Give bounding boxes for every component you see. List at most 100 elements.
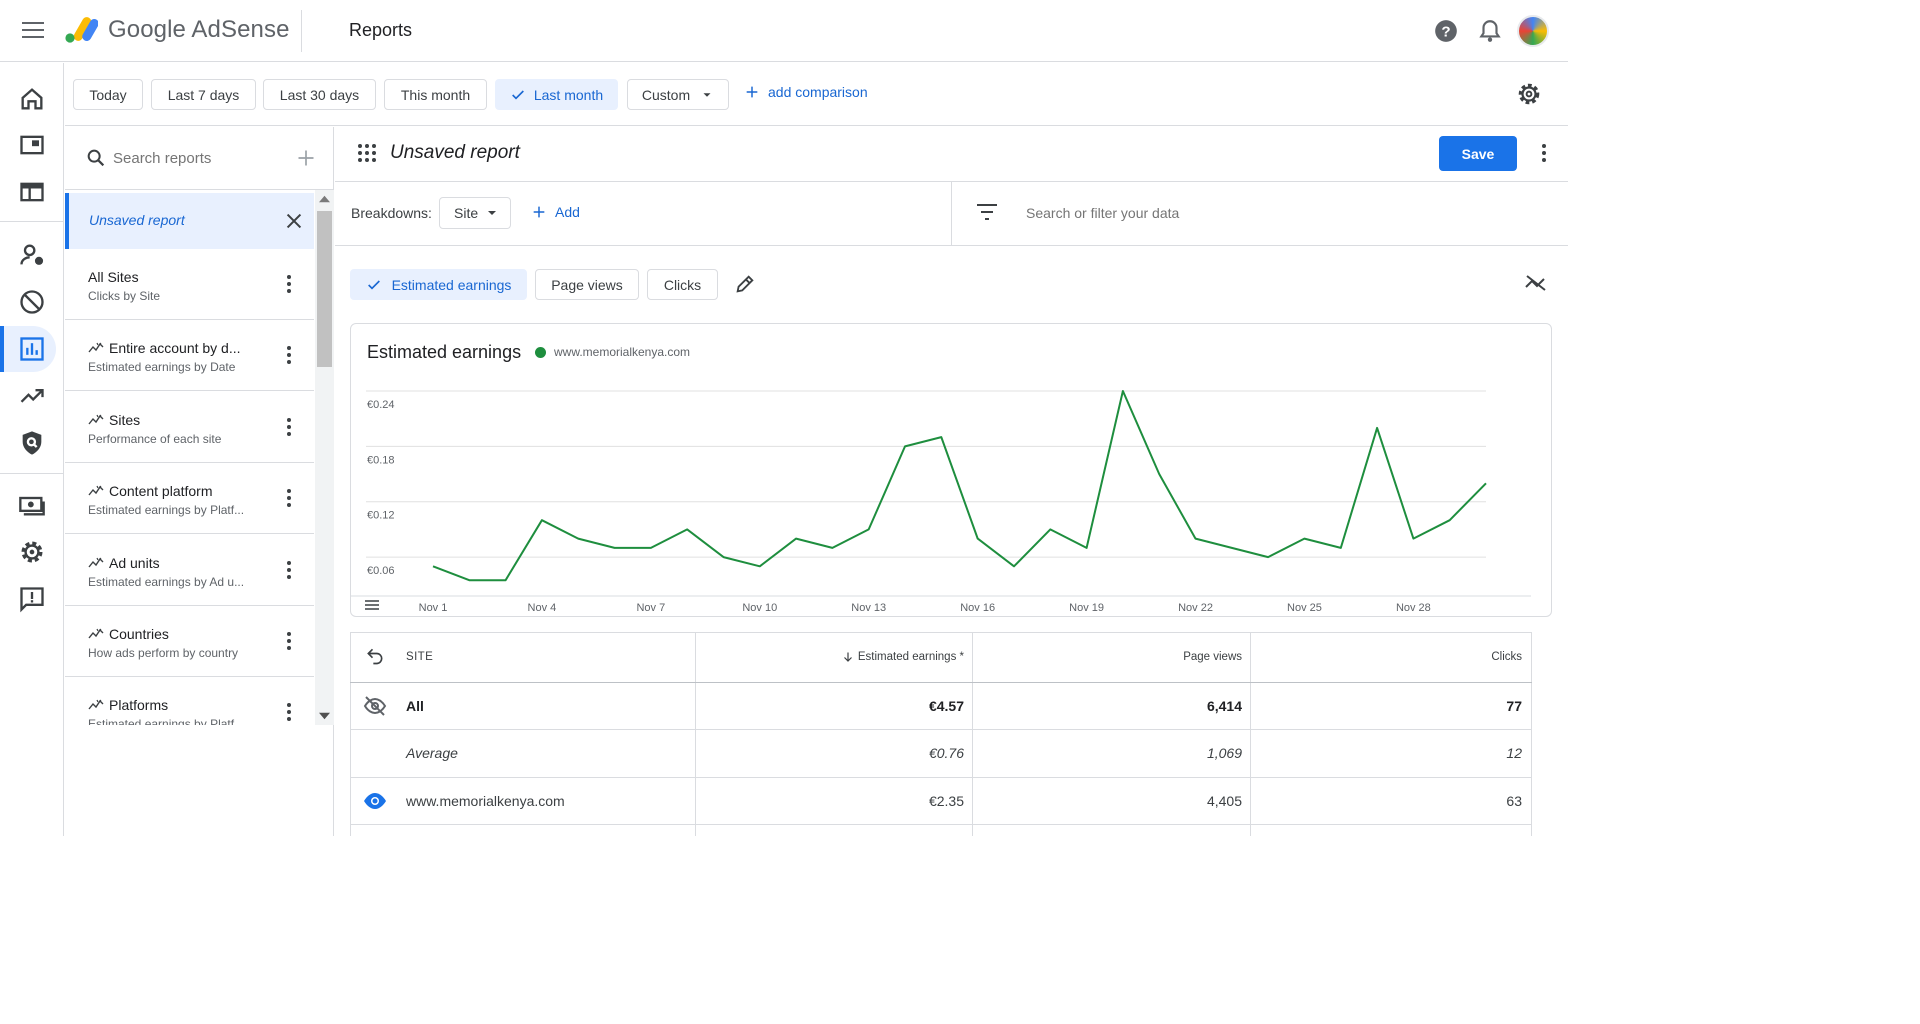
x-tick-label: Nov 28 <box>1396 602 1431 614</box>
chart-legend-toggle-icon[interactable] <box>364 600 380 612</box>
report-item-subtitle: Clicks by Site <box>88 289 161 303</box>
report-item-sites[interactable]: Sites Performance of each site <box>65 392 314 463</box>
avatar[interactable] <box>1517 15 1549 47</box>
sparkline-icon <box>88 342 104 353</box>
data-point <box>1265 554 1271 560</box>
breakdown-select[interactable]: Site <box>439 197 511 229</box>
report-item-platforms[interactable]: Platforms Estimated earnings by Platf... <box>65 677 314 725</box>
column-header-page-views[interactable]: Page views <box>972 632 1242 682</box>
settings-icon[interactable] <box>18 538 46 566</box>
trend-icon[interactable] <box>18 382 46 410</box>
metric-chip-estimated-earnings[interactable]: Estimated earnings <box>350 269 527 300</box>
undo-icon[interactable] <box>365 646 385 666</box>
cell-site: All <box>406 698 424 714</box>
scroll-up-icon[interactable] <box>319 195 330 203</box>
block-icon[interactable] <box>18 288 46 316</box>
search-reports-input[interactable] <box>113 145 283 171</box>
date-chip-last-7-days[interactable]: Last 7 days <box>151 79 256 110</box>
layout-icon[interactable] <box>18 178 46 206</box>
apps-grid-icon[interactable] <box>357 143 377 163</box>
feedback-icon[interactable] <box>18 585 46 613</box>
report-item-subtitle: Estimated earnings by Date <box>88 360 236 374</box>
add-report-icon[interactable] <box>296 148 316 168</box>
reports-icon[interactable] <box>18 335 46 363</box>
add-comparison-button[interactable]: add comparison <box>744 84 868 100</box>
report-item-title: Ad units <box>109 555 160 571</box>
report-item-entire-account[interactable]: Entire account by d... Estimated earning… <box>65 320 314 391</box>
more-options-icon[interactable] <box>286 561 292 581</box>
data-point <box>648 545 654 551</box>
more-options-icon[interactable] <box>286 346 292 366</box>
data-point <box>539 517 545 523</box>
more-options-icon[interactable] <box>286 418 292 438</box>
more-options-icon[interactable] <box>286 632 292 652</box>
report-item-content-platform[interactable]: Content platform Estimated earnings by P… <box>65 463 314 534</box>
help-icon[interactable]: ? <box>1433 18 1459 44</box>
visibility-icon[interactable] <box>363 792 387 810</box>
page-title: Reports <box>349 20 413 40</box>
report-item-subtitle: Performance of each site <box>88 432 222 446</box>
more-options-icon[interactable] <box>286 489 292 509</box>
report-item-countries[interactable]: Countries How ads perform by country <box>65 606 314 677</box>
data-point <box>430 563 436 569</box>
add-breakdown-button[interactable]: Add <box>531 204 580 220</box>
x-tick-label: Nov 19 <box>1069 602 1104 614</box>
data-point <box>1193 536 1199 542</box>
x-tick-label: Nov 13 <box>851 602 886 614</box>
active-report-item[interactable]: Unsaved report <box>65 193 314 249</box>
date-chip-this-month[interactable]: This month <box>384 79 487 110</box>
gear-icon[interactable] <box>1516 81 1542 107</box>
date-chip-last-month[interactable]: Last month <box>495 79 618 110</box>
more-options-icon[interactable] <box>286 703 292 723</box>
edit-pencil-icon[interactable] <box>734 273 756 295</box>
payments-icon[interactable] <box>18 491 46 519</box>
date-chip-today[interactable]: Today <box>73 79 143 110</box>
home-icon[interactable] <box>18 85 46 113</box>
column-header-clicks[interactable]: Clicks <box>1250 632 1522 682</box>
hide-chart-icon[interactable] <box>1524 273 1548 293</box>
x-tick-label: Nov 22 <box>1178 602 1213 614</box>
brand-name: Google AdSense <box>108 16 290 43</box>
scroll-down-icon[interactable] <box>319 712 330 720</box>
cell-page-views: 4,405 <box>1206 793 1242 809</box>
date-chip-custom[interactable]: Custom <box>627 79 729 110</box>
report-item-all-sites[interactable]: All Sites Clicks by Site <box>65 249 314 320</box>
ads-icon[interactable] <box>18 131 46 159</box>
report-item-subtitle: Estimated earnings by Platf... <box>88 717 245 725</box>
sparkline-icon <box>88 485 104 496</box>
brand-divider <box>301 10 302 52</box>
earnings-line-chart[interactable]: €0.06 €0.12 €0.18 €0.24 Nov 1 Nov 4 Nov 7 Nov 1… <box>351 324 1551 616</box>
report-item-ad-units[interactable]: Ad units Estimated earnings by Ad u... <box>65 535 314 606</box>
table-row[interactable]: Average €0.76 1,069 12 <box>350 730 1532 776</box>
y-tick-label: €0.18 <box>367 454 395 466</box>
cell-site: www.memorialkenya.com <box>406 793 565 809</box>
sparkline-icon <box>88 628 104 639</box>
x-tick-label: Nov 1 <box>419 602 448 614</box>
date-chip-label: Last month <box>533 86 604 103</box>
policy-icon[interactable] <box>18 429 46 457</box>
metric-chip-clicks[interactable]: Clicks <box>647 269 718 300</box>
audience-icon[interactable] <box>18 241 46 269</box>
notifications-icon[interactable] <box>1477 18 1503 44</box>
date-chip-last-30-days[interactable]: Last 30 days <box>263 79 376 110</box>
report-item-title-row: Ad units <box>88 555 160 571</box>
metric-chip-page-views[interactable]: Page views <box>535 269 639 300</box>
table-row[interactable]: www.memorialkenya.com €2.35 4,405 63 <box>350 778 1532 824</box>
table-row[interactable]: All €4.57 6,414 77 <box>350 683 1532 729</box>
close-icon[interactable] <box>283 210 305 232</box>
x-tick-label: Nov 16 <box>960 602 995 614</box>
x-tick-label: Nov 4 <box>528 602 557 614</box>
report-title[interactable]: Unsaved report <box>390 142 520 164</box>
filter-input[interactable] <box>1026 201 1426 225</box>
scrollbar-thumb[interactable] <box>317 211 332 367</box>
report-more-icon[interactable] <box>1541 144 1547 164</box>
search-icon <box>87 149 105 167</box>
report-item-title-row: Platforms <box>88 697 168 713</box>
data-point <box>1011 563 1017 569</box>
more-options-icon[interactable] <box>286 275 292 295</box>
column-header-earnings[interactable]: Estimated earnings * <box>695 632 964 682</box>
column-header-site[interactable]: SITE <box>406 632 433 682</box>
menu-icon[interactable] <box>22 22 44 40</box>
save-button[interactable]: Save <box>1439 136 1517 171</box>
visibility-off-icon[interactable] <box>363 695 387 717</box>
